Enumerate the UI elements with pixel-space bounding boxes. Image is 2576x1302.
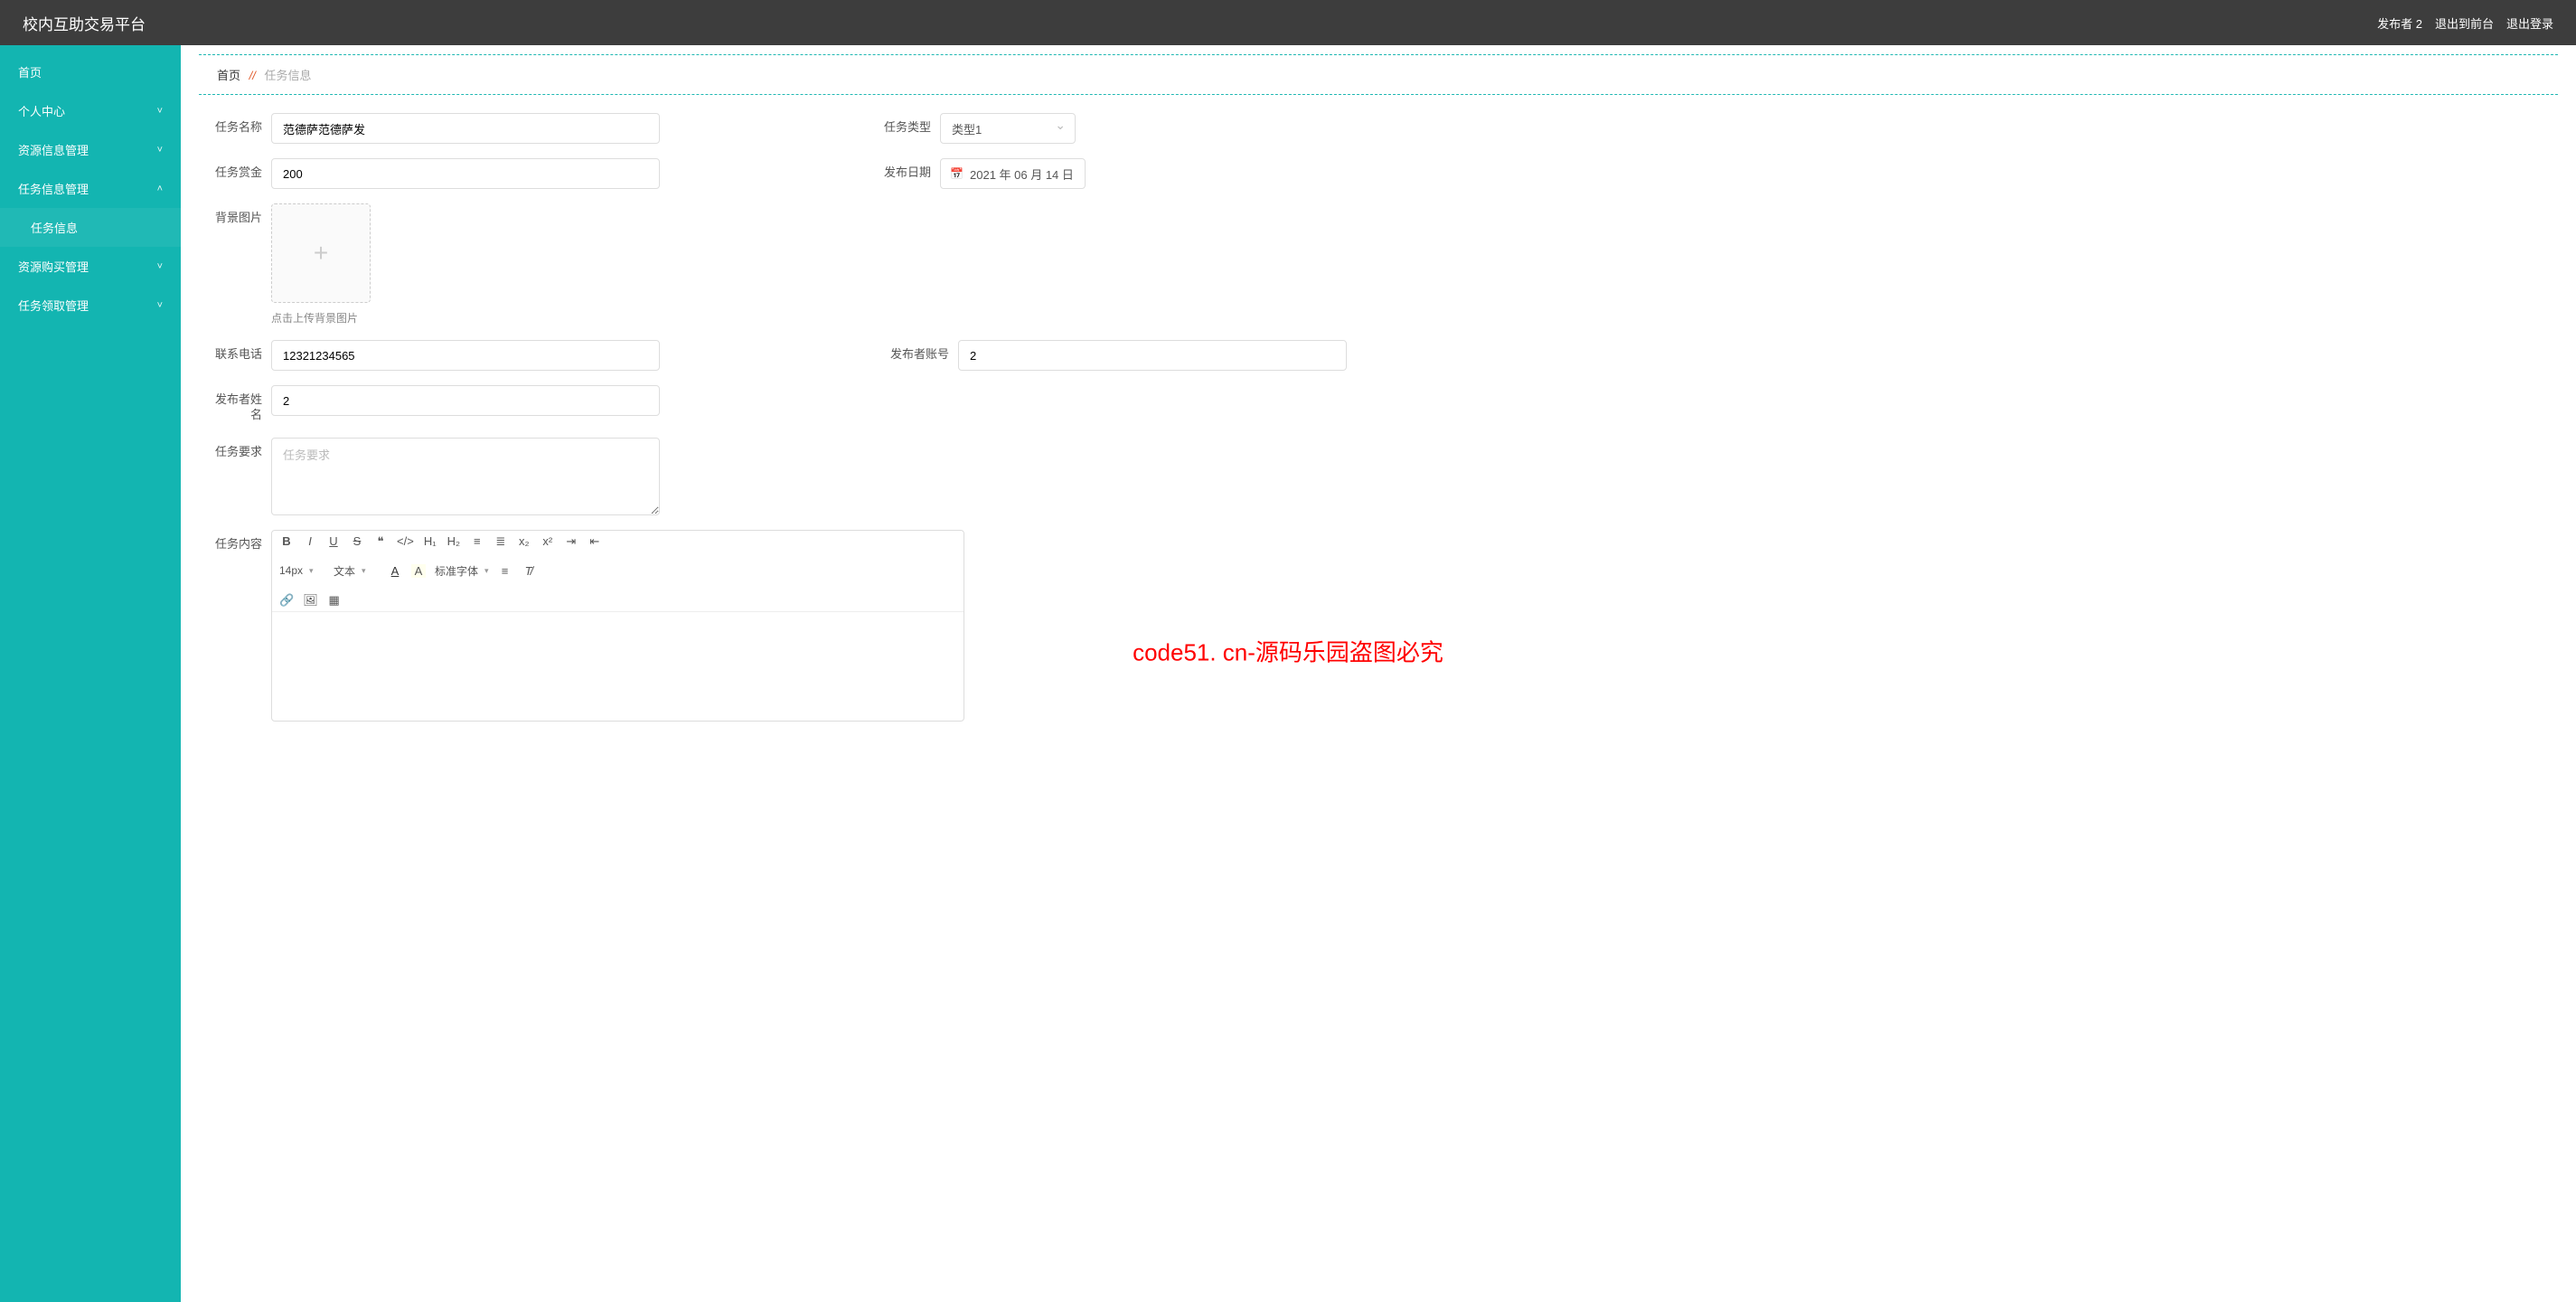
sidebar-item-0[interactable]: 首页 [0, 52, 181, 91]
editor-body[interactable] [272, 612, 964, 721]
chevron-down-icon: ˅ [157, 261, 163, 272]
phone-input[interactable] [271, 340, 660, 371]
italic-button[interactable]: I [303, 534, 317, 548]
h2-button[interactable]: H₂ [447, 534, 461, 548]
subscript-button[interactable]: x₂ [517, 534, 531, 548]
publisher-acct-label: 发布者账号 [877, 340, 949, 363]
bold-button[interactable]: B [279, 534, 294, 548]
task-type-value: 类型1 [952, 120, 982, 137]
content-area: 首页 // 任务信息 任务名称 任务类型 类型1 任务赏金 [181, 45, 2576, 1302]
requirement-textarea[interactable] [271, 438, 660, 515]
sidebar-subitem-3-0[interactable]: 任务信息 [0, 208, 181, 247]
breadcrumb-current: 任务信息 [265, 69, 312, 82]
task-type-select[interactable]: 类型1 [940, 113, 1076, 144]
publisher-acct-input[interactable] [958, 340, 1347, 371]
app-title: 校内互助交易平台 [23, 12, 146, 34]
sidebar-item-label: 任务领取管理 [18, 297, 89, 314]
bg-color-button[interactable]: A [411, 564, 426, 578]
phone-label: 联系电话 [208, 340, 262, 363]
editor-toolbar: B I U S ❝ </> H₁ H₂ ≡ ≣ x₂ x² ⇥ [272, 531, 964, 612]
sidebar-item-label: 首页 [18, 63, 42, 80]
header-user[interactable]: 发布者 2 [2377, 14, 2422, 32]
format-select[interactable]: 文本 [334, 563, 379, 579]
chevron-up-icon: ˄ [157, 184, 163, 194]
publish-date-value: 2021 年 06 月 14 日 [970, 165, 1074, 183]
publish-date-input[interactable]: 📅 2021 年 06 月 14 日 [940, 158, 1086, 189]
sidebar-item-label: 资源信息管理 [18, 141, 89, 158]
sidebar-item-label: 资源购买管理 [18, 258, 89, 275]
sidebar-item-5[interactable]: 任务领取管理 ˅ [0, 286, 181, 325]
header-right-links: 发布者 2 退出到前台 退出登录 [2377, 14, 2553, 32]
breadcrumb-separator: // [249, 69, 256, 82]
task-name-label: 任务名称 [208, 113, 262, 136]
form-area: 任务名称 任务类型 类型1 任务赏金 发布日期 [181, 95, 2576, 754]
ordered-list-button[interactable]: ≡ [470, 534, 484, 548]
publish-date-label: 发布日期 [877, 158, 931, 181]
sidebar-item-1[interactable]: 个人中心 ˅ [0, 91, 181, 130]
breadcrumb-home[interactable]: 首页 [217, 69, 240, 82]
publisher-name-input[interactable] [271, 385, 660, 416]
quote-button[interactable]: ❝ [373, 534, 388, 549]
upload-image-box[interactable]: + [271, 203, 371, 303]
sidebar-item-label: 个人中心 [18, 102, 65, 119]
upload-image-hint: 点击上传背景图片 [271, 310, 371, 326]
sidebar-item-label: 任务信息管理 [18, 180, 89, 197]
sidebar: 首页个人中心 ˅ 资源信息管理 ˅ 任务信息管理 ˄ 任务信息资源购买管理 ˅ 任务领取管理 ˅ [0, 45, 181, 1302]
font-size-select[interactable]: 14px [279, 564, 324, 577]
sidebar-item-2[interactable]: 资源信息管理 ˅ [0, 130, 181, 169]
sidebar-item-3[interactable]: 任务信息管理 ˄ [0, 169, 181, 208]
publisher-name-label: 发布者姓名 [208, 385, 262, 423]
reward-input[interactable] [271, 158, 660, 189]
breadcrumb: 首页 // 任务信息 [199, 54, 2558, 95]
content-label: 任务内容 [208, 530, 262, 552]
indent-button[interactable]: ⇥ [564, 534, 578, 549]
rich-text-editor: B I U S ❝ </> H₁ H₂ ≡ ≣ x₂ x² ⇥ [271, 530, 964, 722]
underline-button[interactable]: U [326, 534, 341, 548]
link-button[interactable]: 🔗 [279, 593, 294, 608]
font-family-select[interactable]: 标准字体 [435, 563, 489, 579]
chevron-down-icon: ˅ [157, 300, 163, 311]
superscript-button[interactable]: x² [541, 534, 555, 548]
task-type-label: 任务类型 [877, 113, 931, 136]
reward-label: 任务赏金 [208, 158, 262, 181]
task-name-input[interactable] [271, 113, 660, 144]
align-button[interactable]: ≡ [498, 564, 512, 578]
table-button[interactable]: ▦ [327, 593, 342, 608]
clear-format-button[interactable]: T̸ [522, 564, 536, 578]
sidebar-item-4[interactable]: 资源购买管理 ˅ [0, 247, 181, 286]
bg-image-label: 背景图片 [208, 203, 262, 226]
chevron-down-icon: ˅ [157, 145, 163, 156]
code-button[interactable]: </> [397, 534, 414, 548]
image-button[interactable]: 🖼 [303, 593, 318, 608]
unordered-list-button[interactable]: ≣ [494, 534, 508, 549]
calendar-icon: 📅 [950, 167, 964, 180]
app-header: 校内互助交易平台 发布者 2 退出到前台 退出登录 [0, 0, 2576, 45]
outdent-button[interactable]: ⇤ [588, 534, 602, 549]
header-to-front-link[interactable]: 退出到前台 [2435, 14, 2494, 32]
chevron-down-icon: ˅ [157, 106, 163, 117]
header-logout-link[interactable]: 退出登录 [2506, 14, 2553, 32]
requirement-label: 任务要求 [208, 438, 262, 460]
plus-icon: + [314, 239, 328, 268]
h1-button[interactable]: H₁ [423, 534, 437, 548]
font-color-button[interactable]: A [388, 564, 402, 578]
strike-button[interactable]: S [350, 534, 364, 548]
